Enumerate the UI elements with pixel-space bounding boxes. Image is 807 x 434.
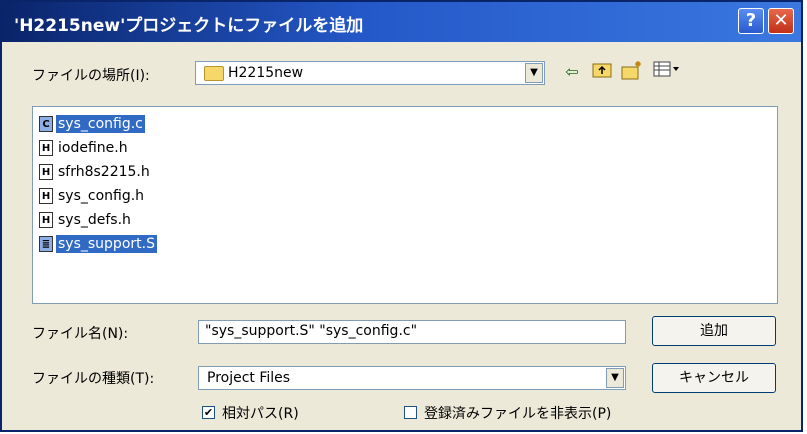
file-list[interactable]: C sys_config.c H iodefine.h H sfrh8s2215… [32,106,778,304]
help-button[interactable]: ? [738,8,764,34]
hide-registered-label: 登録済みファイルを非表示(P) [424,406,612,422]
up-folder-icon[interactable] [590,60,614,84]
window-title: 'H2215new'プロジェクトにファイルを追加 [14,16,364,36]
list-item[interactable]: C sys_config.c [39,113,145,135]
view-menu-icon[interactable] [652,60,682,84]
filetype-label: ファイルの種類(T): [32,371,155,387]
file-name: sfrh8s2215.h [58,164,150,180]
cancel-button[interactable]: キャンセル [652,363,776,393]
filename-label: ファイル名(N): [32,326,129,342]
filetype-dropdown[interactable]: Project Files ▼ [198,366,626,390]
filetype-value: Project Files [207,370,291,386]
new-folder-icon[interactable] [620,60,644,84]
file-name: iodefine.h [58,140,128,156]
file-name: sys_support.S [56,235,157,253]
hide-registered-checkbox[interactable] [404,406,417,419]
chevron-down-icon[interactable]: ▼ [606,368,624,388]
asm-file-icon: ≣ [39,236,53,252]
header-file-icon: H [39,140,53,156]
title-bar[interactable]: 'H2215new'プロジェクトにファイルを追加 ? ✕ [2,2,801,42]
list-item[interactable]: H sys_config.h [39,185,146,207]
relative-path-checkbox[interactable]: ✔ [202,406,215,419]
add-button[interactable]: 追加 [652,316,776,346]
file-name: sys_config.c [56,115,145,133]
relative-path-label: 相対パス(R) [222,406,299,422]
close-button[interactable]: ✕ [768,8,794,34]
file-name: sys_defs.h [58,212,131,228]
back-arrow-icon[interactable]: ⇦ [560,60,584,84]
header-file-icon: H [39,188,53,204]
filename-input[interactable]: "sys_support.S" "sys_config.c" [198,320,626,344]
header-file-icon: H [39,164,53,180]
look-in-value: H2215new [228,65,304,81]
add-files-dialog: 'H2215new'プロジェクトにファイルを追加 ? ✕ ファイルの場所(I):… [0,0,803,432]
c-file-icon: C [39,116,53,132]
file-name: sys_config.h [58,188,145,204]
look-in-label: ファイルの場所(I): [32,68,150,84]
header-file-icon: H [39,212,53,228]
list-item[interactable]: ≣ sys_support.S [39,233,157,255]
folder-icon [204,66,224,81]
list-item[interactable]: H sfrh8s2215.h [39,161,152,183]
chevron-down-icon[interactable]: ▼ [525,63,543,83]
look-in-dropdown[interactable]: H2215new ▼ [195,61,545,85]
list-item[interactable]: H sys_defs.h [39,209,133,231]
list-item[interactable]: H iodefine.h [39,137,130,159]
